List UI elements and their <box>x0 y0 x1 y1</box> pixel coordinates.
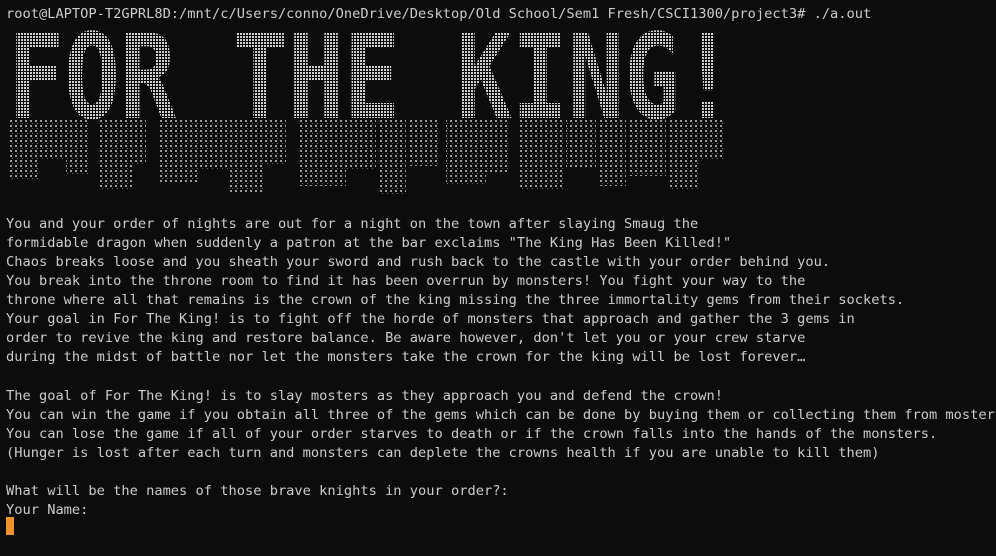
name-prompt: Your Name: <box>6 502 89 518</box>
story-line: You and your order of nights are out for… <box>6 216 699 232</box>
rules-line: The goal of For The King! is to slay mos… <box>6 388 723 404</box>
rules-line: You can win the game if you obtain all t… <box>6 407 996 423</box>
story-line: formidable dragon when suddenly a patron… <box>6 235 732 251</box>
story-line: Chaos breaks loose and you sheath your s… <box>6 254 831 270</box>
story-line: Your goal in For The King! is to fight o… <box>6 311 855 327</box>
story-line: during the midst of battle nor let the m… <box>6 349 806 365</box>
rules-line: (Hunger is lost after each turn and mons… <box>6 445 880 461</box>
ascii-art-banner: FOR THE KING! <box>8 8 736 194</box>
text-cursor <box>6 517 14 535</box>
terminal-window[interactable]: root@LAPTOP-T2GPRL8D:/mnt/c/Users/conno/… <box>0 0 996 556</box>
rules-line: You can lose the game if all of your ord… <box>6 426 938 442</box>
story-line: throne where all that remains is the cro… <box>6 292 905 308</box>
story-line: order to revive the king and restore bal… <box>6 330 806 346</box>
name-question: What will be the names of those brave kn… <box>6 483 509 499</box>
banner-title: FOR THE KING! <box>8 8 736 146</box>
story-line: You break into the throne room to find i… <box>6 273 806 289</box>
